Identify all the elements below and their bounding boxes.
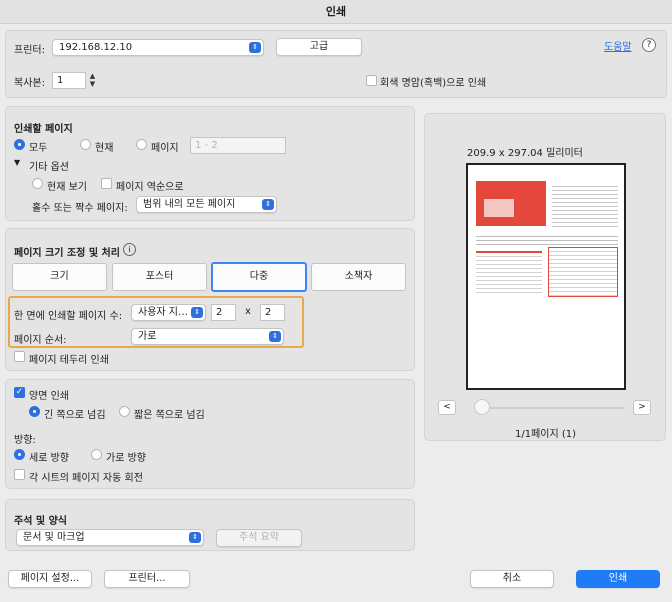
page-order-value: 가로: [138, 331, 157, 342]
all-pages-label: 모두: [29, 143, 48, 154]
duplex-label: 양면 인쇄: [29, 391, 69, 402]
next-page-button[interactable]: >: [633, 400, 651, 415]
pages-range-label: 페이지: [151, 143, 179, 154]
prev-page-button[interactable]: <: [438, 400, 456, 415]
copies-stepper[interactable]: ▲ ▼: [87, 72, 98, 89]
tab-size[interactable]: 크기: [12, 263, 107, 291]
preview-dimensions: 209.9 x 297.04 밀리미터: [467, 148, 583, 159]
portrait-label: 세로 방향: [29, 453, 69, 464]
duplex-checkbox[interactable]: ✓: [14, 387, 25, 398]
preview-right-box: [548, 247, 618, 297]
print-border-checkbox[interactable]: [14, 351, 25, 362]
comments-value: 문서 및 마크업: [23, 532, 85, 543]
grayscale-checkbox[interactable]: [366, 75, 377, 86]
preview-banner-image: [484, 199, 514, 217]
help-link[interactable]: 도움말: [604, 38, 632, 53]
current-page-label: 현재: [95, 143, 114, 154]
comments-heading: 주석 및 양식: [14, 516, 67, 527]
times-label: x: [245, 306, 251, 317]
printer-value: 192.168.12.10: [59, 42, 133, 53]
print-button[interactable]: 인쇄: [576, 570, 660, 588]
long-edge-radio[interactable]: [29, 406, 40, 417]
more-options-label[interactable]: 기타 옵션: [29, 158, 69, 173]
chevron-updown-icon: ⇕: [269, 331, 281, 342]
info-icon[interactable]: i: [123, 243, 136, 256]
odd-even-select[interactable]: 범위 내의 모든 페이지 ⇕: [136, 196, 277, 213]
all-pages-radio[interactable]: [14, 139, 25, 150]
page-sizing-heading: 페이지 크기 조정 및 처리: [14, 248, 120, 259]
reverse-pages-label: 페이지 역순으로: [116, 182, 184, 193]
preview-body-lines: [476, 233, 618, 245]
tab-multiple[interactable]: 다중: [211, 262, 307, 292]
page-order-select[interactable]: 가로 ⇕: [131, 328, 284, 345]
preview-left-box: [476, 251, 542, 295]
chevron-updown-icon: ⇕: [249, 42, 261, 53]
print-border-label: 페이지 테두리 인쇄: [29, 355, 109, 366]
page-setup-button[interactable]: 페이지 설정...: [8, 570, 92, 588]
pages-heading: 인쇄할 페이지: [14, 124, 73, 135]
page-order-label: 페이지 순서:: [14, 335, 67, 346]
odd-even-value: 범위 내의 모든 페이지: [143, 199, 236, 210]
chevron-updown-icon: ⇕: [191, 307, 203, 318]
current-view-label: 현재 보기: [47, 182, 87, 193]
landscape-label: 가로 방향: [106, 453, 146, 464]
portrait-radio[interactable]: [14, 449, 25, 460]
preview-slider-knob[interactable]: [474, 399, 490, 415]
preview-banner: [476, 181, 546, 226]
preview-slider-track[interactable]: [478, 407, 624, 409]
copies-label: 복사본:: [14, 78, 45, 89]
reverse-pages-checkbox[interactable]: [101, 178, 112, 189]
short-edge-radio[interactable]: [119, 406, 130, 417]
disclosure-triangle-icon[interactable]: ▼: [14, 158, 20, 167]
current-page-radio[interactable]: [80, 139, 91, 150]
window-title: 인쇄: [0, 0, 672, 24]
pages-per-sheet-value: 사용자 지…: [138, 307, 188, 318]
comments-select[interactable]: 문서 및 마크업 ⇕: [16, 529, 204, 546]
current-view-radio[interactable]: [32, 178, 43, 189]
tab-booklet[interactable]: 소책자: [311, 263, 406, 291]
pages-per-sheet-select[interactable]: 사용자 지… ⇕: [131, 304, 206, 321]
printer-label: 프린터:: [14, 45, 45, 56]
chevron-updown-icon: ⇕: [189, 532, 201, 543]
rows-input[interactable]: 2: [260, 304, 285, 321]
auto-rotate-label: 각 시트의 페이지 자동 회전: [29, 473, 143, 484]
printer-select[interactable]: 192.168.12.10 ⇕: [52, 39, 264, 56]
odd-even-label: 홀수 또는 짝수 페이지:: [32, 203, 128, 214]
chevron-updown-icon: ⇕: [262, 199, 274, 210]
advanced-button[interactable]: 고급: [276, 38, 362, 56]
pages-range-radio[interactable]: [136, 139, 147, 150]
orientation-heading: 방향:: [14, 435, 36, 446]
short-edge-label: 짧은 쪽으로 넘김: [134, 410, 205, 421]
pages-per-sheet-label: 한 면에 인쇄할 페이지 수:: [14, 311, 123, 322]
copies-input[interactable]: 1: [52, 72, 86, 89]
landscape-radio[interactable]: [91, 449, 102, 460]
long-edge-label: 긴 쪽으로 넘김: [44, 410, 106, 421]
page-preview: [466, 163, 626, 390]
grayscale-label: 회색 명암(흑백)으로 인쇄: [380, 78, 487, 89]
auto-rotate-checkbox[interactable]: [14, 469, 25, 480]
summarize-comments-button[interactable]: 주석 요약: [216, 529, 302, 547]
printer-button[interactable]: 프린터...: [104, 570, 190, 588]
page-indicator: 1/1페이지 (1): [515, 429, 577, 440]
preview-text-lines: [552, 183, 618, 227]
cancel-button[interactable]: 취소: [470, 570, 554, 588]
help-icon[interactable]: ?: [642, 38, 656, 52]
columns-input[interactable]: 2: [211, 304, 236, 321]
tab-poster[interactable]: 포스터: [112, 263, 207, 291]
pages-range-input[interactable]: 1 - 2: [190, 137, 286, 154]
